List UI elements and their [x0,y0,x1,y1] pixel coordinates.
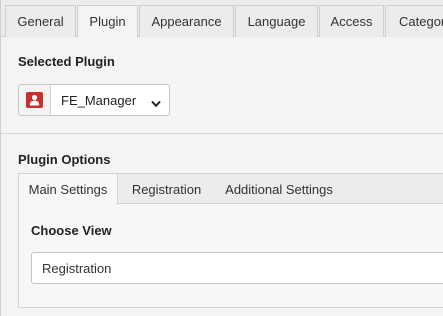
plugin-icon-box [19,85,51,115]
section-divider [1,133,443,134]
plugin-select-value: FE_Manager [61,93,137,108]
tab-registration[interactable]: Registration [120,174,213,204]
top-tab-bar: General Plugin Appearance Language Acces… [1,0,443,38]
plugin-select[interactable]: FE_Manager [18,84,170,116]
plugin-tab-content: Selected Plugin FE_Manager Plugin Option… [1,37,443,316]
selected-plugin-heading: Selected Plugin [18,54,115,69]
tab-appearance[interactable]: Appearance [139,5,234,37]
plugin-options-panel: Main Settings Registration Additional Se… [18,173,443,308]
tab-categories[interactable]: Categor [385,5,443,37]
user-icon [26,92,43,108]
choose-view-field[interactable]: Registration [31,252,443,284]
tab-general[interactable]: General [5,5,76,37]
tab-language[interactable]: Language [235,5,318,37]
chevron-down-icon [151,96,161,111]
tab-access[interactable]: Access [319,5,384,37]
module-settings-window: General Plugin Appearance Language Acces… [0,0,443,316]
tab-additional-settings[interactable]: Additional Settings [215,174,343,204]
tab-main-settings[interactable]: Main Settings [19,174,118,205]
tab-plugin[interactable]: Plugin [77,5,138,38]
choose-view-label: Choose View [31,223,112,238]
plugin-options-heading: Plugin Options [18,152,111,167]
plugin-options-tab-bar: Main Settings Registration Additional Se… [19,174,443,205]
choose-view-value: Registration [42,261,112,276]
